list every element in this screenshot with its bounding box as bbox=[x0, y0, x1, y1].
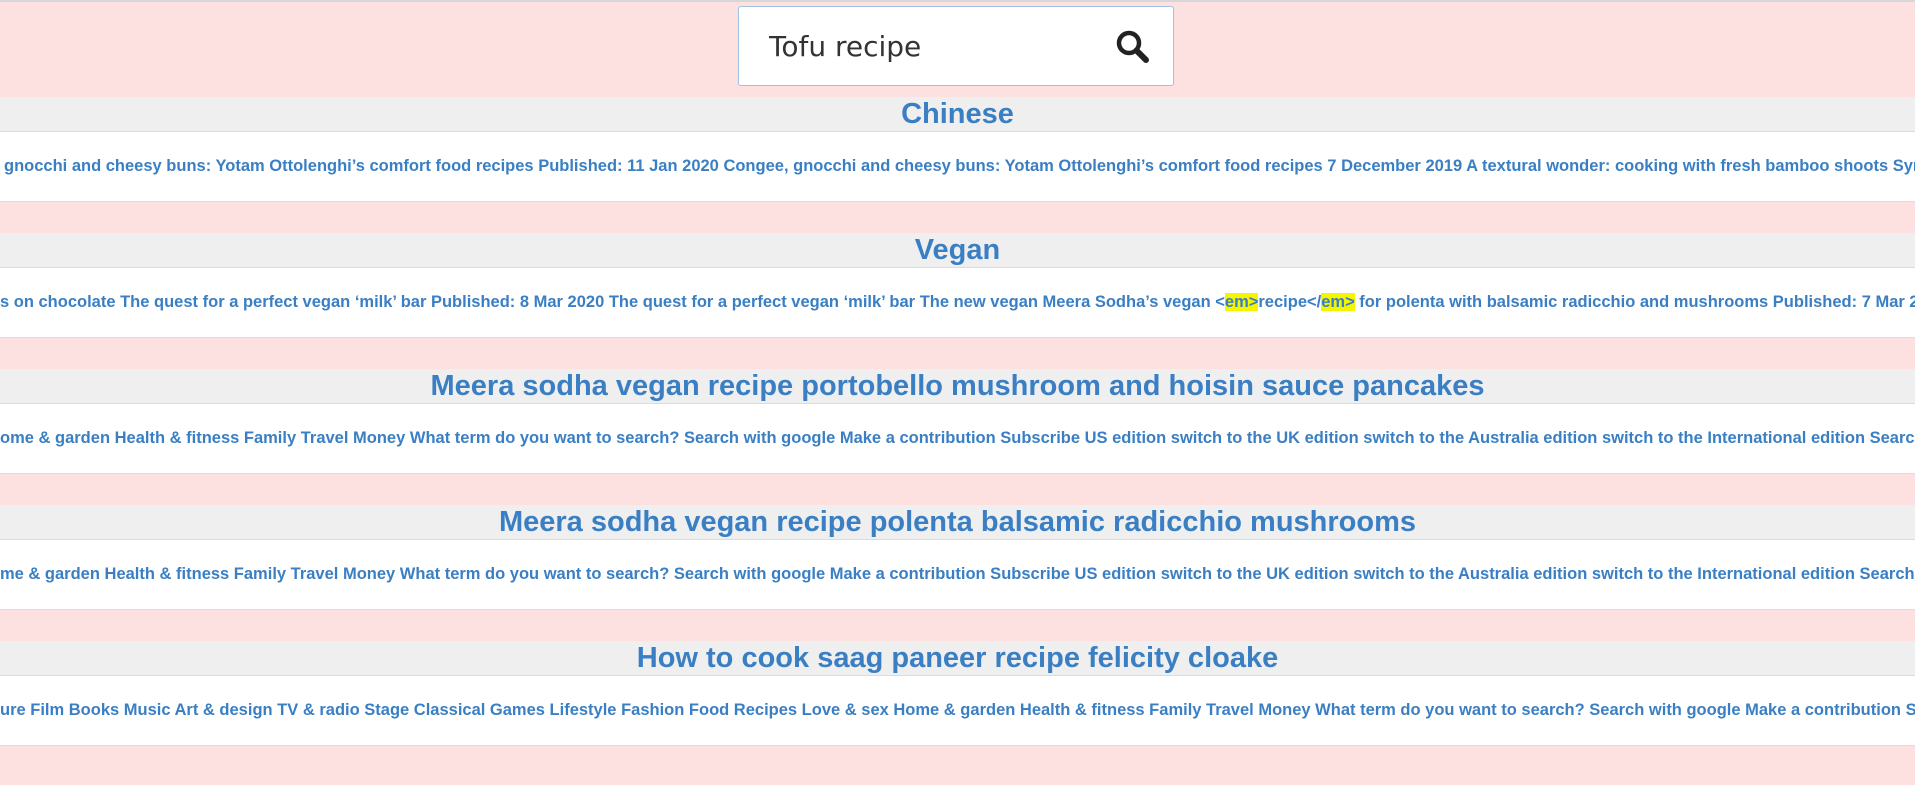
snippet-part: for polenta with balsamic radicchio and … bbox=[1354, 293, 1915, 311]
result-title[interactable]: Meera sodha vegan recipe portobello mush… bbox=[0, 369, 1915, 404]
result-title[interactable]: Chinese bbox=[0, 97, 1915, 132]
result-snippet[interactable]: s on chocolate The quest for a perfect v… bbox=[0, 268, 1915, 338]
search-button[interactable] bbox=[1113, 27, 1153, 67]
snippet-part: recipe</ bbox=[1258, 293, 1322, 311]
result-item: How to cook saag paneer recipe felicity … bbox=[0, 641, 1915, 761]
result-snippet-text: gnocchi and cheesy buns: Yotam Ottolengh… bbox=[4, 157, 1915, 175]
search-icon bbox=[1116, 30, 1149, 63]
result-snippet-text: ome & garden Health & fitness Family Tra… bbox=[0, 429, 1915, 447]
result-title[interactable]: Meera sodha vegan recipe polenta balsami… bbox=[0, 505, 1915, 540]
result-snippet-text: s on chocolate The quest for a perfect v… bbox=[0, 268, 1915, 337]
search-box bbox=[738, 6, 1174, 86]
result-snippet[interactable]: gnocchi and cheesy buns: Yotam Ottolengh… bbox=[0, 132, 1915, 202]
result-snippet-text: me & garden Health & fitness Family Trav… bbox=[0, 565, 1915, 583]
result-snippet[interactable]: me & garden Health & fitness Family Trav… bbox=[0, 540, 1915, 610]
result-snippet[interactable]: ure Film Books Music Art & design TV & r… bbox=[0, 676, 1915, 746]
search-results-page: Chinese gnocchi and cheesy buns: Yotam O… bbox=[0, 0, 1915, 785]
result-item: Meera sodha vegan recipe polenta balsami… bbox=[0, 505, 1915, 625]
result-item: Meera sodha vegan recipe portobello mush… bbox=[0, 369, 1915, 489]
result-title[interactable]: How to cook saag paneer recipe felicity … bbox=[0, 641, 1915, 676]
result-snippet[interactable]: ome & garden Health & fitness Family Tra… bbox=[0, 404, 1915, 474]
result-title[interactable]: Vegan bbox=[0, 233, 1915, 268]
result-snippet-text: ure Film Books Music Art & design TV & r… bbox=[0, 701, 1915, 719]
result-item: Chinese gnocchi and cheesy buns: Yotam O… bbox=[0, 97, 1915, 217]
result-item: Vegan s on chocolate The quest for a per… bbox=[0, 233, 1915, 353]
highlight-mark: em> bbox=[1224, 293, 1259, 311]
search-header bbox=[0, 0, 1915, 97]
snippet-part: s on chocolate The quest for a perfect v… bbox=[0, 293, 1225, 311]
search-input[interactable] bbox=[769, 25, 1099, 67]
highlight-mark: em> bbox=[1321, 293, 1355, 311]
